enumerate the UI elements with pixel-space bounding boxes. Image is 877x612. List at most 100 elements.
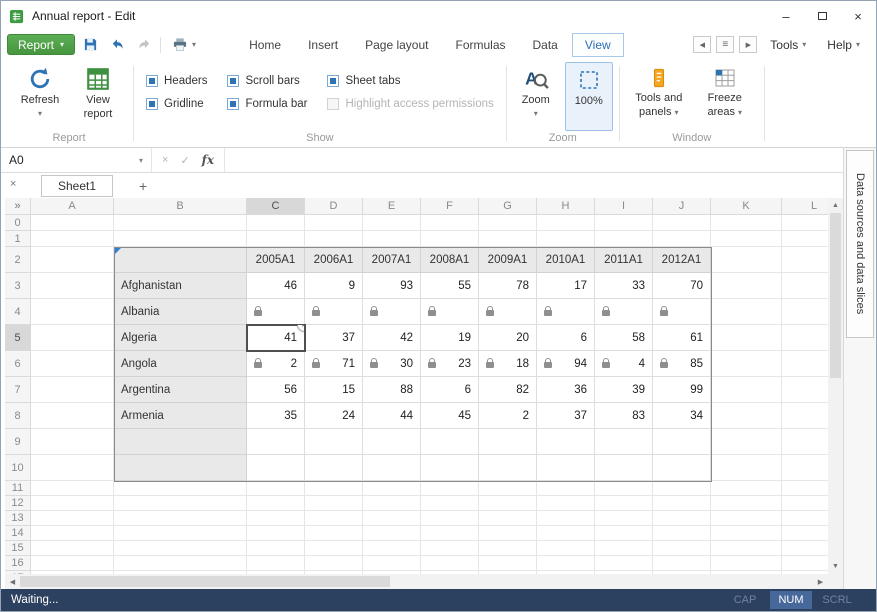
tools-menu-button[interactable]: Tools ▾: [762, 38, 814, 52]
cell-J15[interactable]: [653, 541, 711, 556]
cell-A2[interactable]: [31, 247, 114, 273]
column-header-B[interactable]: B: [114, 198, 247, 215]
cell-E16[interactable]: [363, 556, 421, 571]
cell-A7[interactable]: [31, 377, 114, 403]
cell-I4[interactable]: [595, 299, 653, 325]
cell-K9[interactable]: [711, 429, 782, 455]
cell-A11[interactable]: [31, 481, 114, 496]
table-corner-marker-cell[interactable]: [114, 247, 247, 273]
cell-E4[interactable]: [363, 299, 421, 325]
cell-H3[interactable]: 17: [537, 273, 595, 299]
cell-F4[interactable]: [421, 299, 479, 325]
year-header-cell-F2[interactable]: 2008A1: [421, 247, 479, 273]
cell-K15[interactable]: [711, 541, 782, 556]
checkbox-formula-bar[interactable]: Formula bar: [227, 98, 307, 110]
cell-H8[interactable]: 37: [537, 403, 595, 429]
cell-D10[interactable]: [305, 455, 363, 481]
cell-F16[interactable]: [421, 556, 479, 571]
cell-J9[interactable]: [653, 429, 711, 455]
cell-C11[interactable]: [247, 481, 305, 496]
sheet-tab-sheet1[interactable]: Sheet1: [41, 175, 113, 197]
data-sources-panel-tab[interactable]: Data sources and data slices: [846, 150, 874, 338]
slice-play-button[interactable]: ▶: [297, 325, 305, 332]
cell-D5[interactable]: 37: [305, 325, 363, 351]
cell-A3[interactable]: [31, 273, 114, 299]
cell-K5[interactable]: [711, 325, 782, 351]
refresh-button[interactable]: Refresh ▾: [11, 62, 69, 131]
cell-G11[interactable]: [479, 481, 537, 496]
column-header-L[interactable]: L: [782, 198, 828, 215]
cell-I5[interactable]: 58: [595, 325, 653, 351]
cell-C13[interactable]: [247, 511, 305, 526]
cell-F1[interactable]: [421, 231, 479, 247]
row-header-13[interactable]: 13: [5, 511, 31, 526]
vertical-scroll-thumb[interactable]: [830, 213, 841, 378]
cell-A15[interactable]: [31, 541, 114, 556]
cell-L16[interactable]: [782, 556, 828, 571]
cell-E9[interactable]: [363, 429, 421, 455]
cancel-entry-icon[interactable]: ×: [162, 154, 168, 166]
cell-K11[interactable]: [711, 481, 782, 496]
cell-G14[interactable]: [479, 526, 537, 541]
year-header-cell-G2[interactable]: 2009A1: [479, 247, 537, 273]
country-cell-angola[interactable]: Angola: [114, 351, 247, 377]
row-header-9[interactable]: 9: [5, 429, 31, 455]
checkbox-headers[interactable]: Headers: [146, 75, 207, 87]
cell-F6[interactable]: 23: [421, 351, 479, 377]
cell-A6[interactable]: [31, 351, 114, 377]
cell-I11[interactable]: [595, 481, 653, 496]
cell-L2[interactable]: [782, 247, 828, 273]
cell-L13[interactable]: [782, 511, 828, 526]
view-report-button[interactable]: View report: [69, 62, 127, 131]
cell-L6[interactable]: [782, 351, 828, 377]
cell-I14[interactable]: [595, 526, 653, 541]
cell-E5[interactable]: 42: [363, 325, 421, 351]
cell-E0[interactable]: [363, 215, 421, 231]
cell-I0[interactable]: [595, 215, 653, 231]
cell-C10[interactable]: [247, 455, 305, 481]
column-header-H[interactable]: H: [537, 198, 595, 215]
cell-J0[interactable]: [653, 215, 711, 231]
cell-G15[interactable]: [479, 541, 537, 556]
cell-G1[interactable]: [479, 231, 537, 247]
nav-left-button[interactable]: ◀: [693, 36, 711, 53]
cell-G12[interactable]: [479, 496, 537, 511]
cell-G16[interactable]: [479, 556, 537, 571]
tab-page-layout[interactable]: Page layout: [352, 33, 441, 57]
cell-H6[interactable]: 94: [537, 351, 595, 377]
cell-H14[interactable]: [537, 526, 595, 541]
country-cell-argentina[interactable]: Argentina: [114, 377, 247, 403]
cell-D13[interactable]: [305, 511, 363, 526]
cell-A4[interactable]: [31, 299, 114, 325]
cell-D12[interactable]: [305, 496, 363, 511]
checkbox-sheet-tabs[interactable]: Sheet tabs: [327, 75, 493, 87]
cell-K7[interactable]: [711, 377, 782, 403]
cell-A0[interactable]: [31, 215, 114, 231]
cell-G9[interactable]: [479, 429, 537, 455]
cell-L11[interactable]: [782, 481, 828, 496]
report-menu-button[interactable]: Report ▾: [7, 34, 75, 55]
cell-H13[interactable]: [537, 511, 595, 526]
year-header-cell-J2[interactable]: 2012A1: [653, 247, 711, 273]
cell-G5[interactable]: 20: [479, 325, 537, 351]
grid-corner-expand-button[interactable]: »: [5, 198, 31, 215]
column-header-G[interactable]: G: [479, 198, 537, 215]
cell-A10[interactable]: [31, 455, 114, 481]
cell-F11[interactable]: [421, 481, 479, 496]
cell-A1[interactable]: [31, 231, 114, 247]
cell-J3[interactable]: 70: [653, 273, 711, 299]
cell-D9[interactable]: [305, 429, 363, 455]
cell-F12[interactable]: [421, 496, 479, 511]
cell-B1[interactable]: [114, 231, 247, 247]
year-header-cell-E2[interactable]: 2007A1: [363, 247, 421, 273]
cell-C8[interactable]: 35: [247, 403, 305, 429]
confirm-entry-icon[interactable]: ✓: [180, 154, 189, 167]
cell-D7[interactable]: 15: [305, 377, 363, 403]
column-header-F[interactable]: F: [421, 198, 479, 215]
row-header-3[interactable]: 3: [5, 273, 31, 299]
row-header-4[interactable]: 4: [5, 299, 31, 325]
cell-J12[interactable]: [653, 496, 711, 511]
cell-I8[interactable]: 83: [595, 403, 653, 429]
cell-L10[interactable]: [782, 455, 828, 481]
cell-L5[interactable]: [782, 325, 828, 351]
